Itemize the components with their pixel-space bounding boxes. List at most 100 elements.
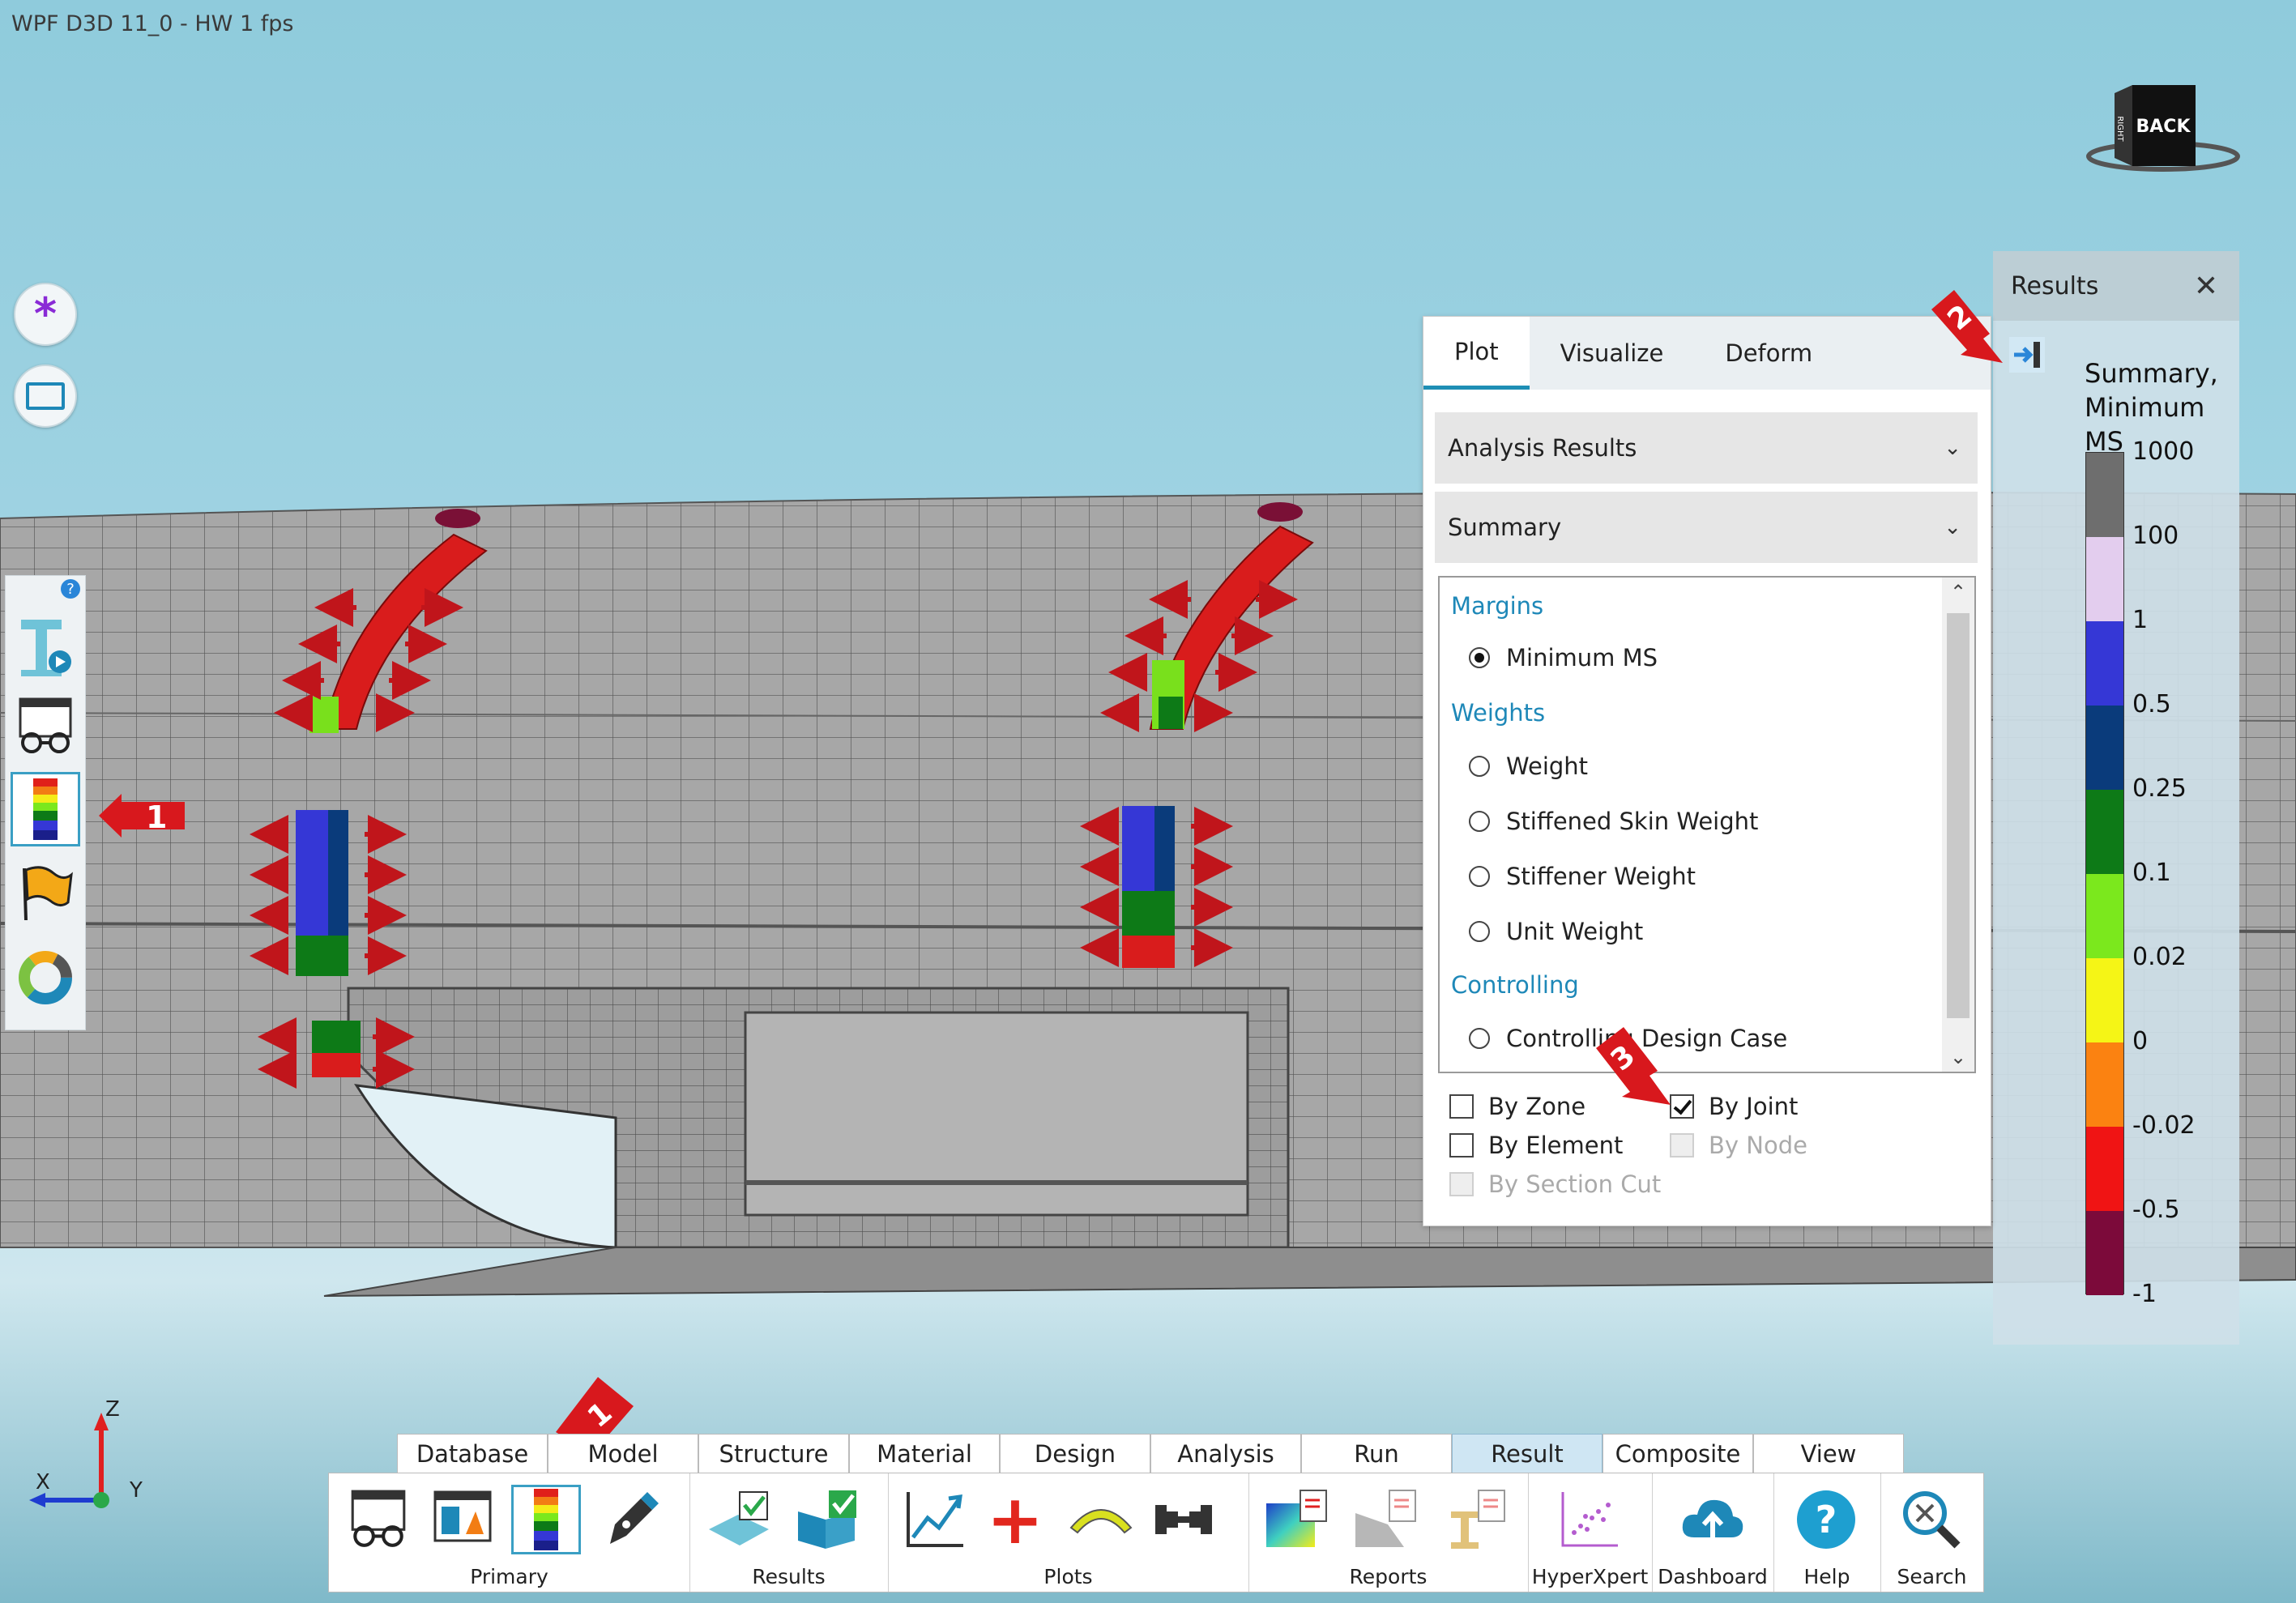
option-minimum-ms[interactable]: Minimum MS — [1469, 644, 1658, 671]
ribbon-group-results: Results — [689, 1473, 889, 1592]
help-button[interactable]: ? — [1791, 1485, 1861, 1554]
ribbon-group-label: Dashboard — [1658, 1565, 1768, 1588]
curvature-plot-button[interactable] — [1066, 1485, 1136, 1554]
fastener-plot-button[interactable] — [1149, 1485, 1218, 1554]
results-book-button[interactable] — [793, 1485, 863, 1554]
legend-label: 0.5 — [2132, 690, 2171, 718]
flag-icon — [23, 866, 73, 921]
result-type-list[interactable]: Margins Minimum MS Weights Weight Stiffe… — [1438, 576, 1976, 1073]
beam-report-button[interactable] — [1440, 1485, 1509, 1554]
ribbon-group-help: ? Help — [1773, 1473, 1881, 1592]
axis-z-label: Z — [105, 1397, 120, 1422]
tab-result[interactable]: Result — [1452, 1434, 1603, 1474]
by-node-checkbox: By Node — [1670, 1132, 1807, 1159]
option-label: Stiffened Skin Weight — [1506, 808, 1759, 835]
ribbon-group-reports: Reports — [1248, 1473, 1529, 1592]
tab-composite[interactable]: Composite — [1603, 1434, 1753, 1474]
split-view-button[interactable] — [428, 1485, 497, 1554]
radio-selected-icon — [1469, 647, 1490, 668]
radio-icon — [1469, 811, 1490, 832]
tab-run[interactable]: Run — [1301, 1434, 1452, 1474]
rectangle-select-button[interactable] — [14, 365, 77, 428]
legend-segment — [2086, 537, 2123, 621]
dashboard-button[interactable] — [1678, 1485, 1748, 1554]
ribbon-group-plots: + Plots — [888, 1473, 1249, 1592]
scroll-thumb[interactable] — [1947, 613, 1970, 1018]
option-unit-weight[interactable]: Unit Weight — [1469, 918, 1643, 945]
plus-icon: + — [986, 1480, 1044, 1559]
contour-legend-button[interactable] — [511, 1485, 581, 1554]
analysis-results-dropdown[interactable]: Analysis Results ⌄ — [1435, 412, 1978, 484]
legend-title-line1: Summary, — [2085, 358, 2218, 389]
group-weights: Weights — [1451, 699, 1546, 727]
tab-database[interactable]: Database — [397, 1434, 548, 1474]
donut-chart-button[interactable] — [11, 940, 80, 1015]
scroll-down-icon[interactable]: ⌄ — [1942, 1046, 1974, 1068]
joint-cluster-lower-left — [312, 1021, 361, 1077]
svg-text:?: ? — [1816, 1498, 1837, 1541]
checkbox-icon — [1449, 1172, 1474, 1196]
bolt-joint-tool-button[interactable] — [11, 608, 80, 683]
close-icon[interactable]: ✕ — [2194, 270, 2218, 303]
option-weight[interactable]: Weight — [1469, 752, 1588, 780]
legend-segment — [2086, 874, 2123, 958]
results-panel-header: Results ✕ — [1993, 251, 2239, 321]
contour-report-button[interactable] — [1261, 1485, 1331, 1554]
callout-3-by-joint: 3 — [1590, 1027, 1671, 1108]
bolt-joint-tool-icon — [21, 620, 71, 676]
legend-color-bar — [2085, 452, 2124, 1295]
tab-analysis[interactable]: Analysis — [1150, 1434, 1301, 1474]
section-report-button[interactable] — [1351, 1485, 1420, 1554]
tab-design[interactable]: Design — [1000, 1434, 1150, 1474]
list-scrollbar[interactable]: ⌃ ⌄ — [1942, 578, 1974, 1072]
results-check-button[interactable] — [704, 1485, 774, 1554]
by-section-cut-checkbox: By Section Cut — [1449, 1170, 1661, 1198]
by-element-checkbox[interactable]: By Element — [1449, 1132, 1623, 1159]
by-zone-checkbox[interactable]: By Zone — [1449, 1093, 1585, 1120]
legend-label: -1 — [2132, 1280, 2157, 1308]
results-book-icon — [798, 1490, 856, 1549]
tab-model[interactable]: Model — [548, 1434, 698, 1474]
pin-legend-button[interactable] — [2009, 337, 2045, 373]
contour-legend-button[interactable] — [11, 772, 80, 846]
glasses-view-button[interactable] — [344, 1485, 413, 1554]
checkbox-label: By Element — [1488, 1132, 1624, 1159]
xy-plot-button[interactable] — [899, 1485, 969, 1554]
option-label: Weight — [1506, 752, 1589, 780]
cube-back-label: BACK — [2136, 117, 2191, 137]
add-plot-button[interactable]: + — [980, 1485, 1050, 1554]
legend-segment — [2086, 453, 2123, 537]
callout-number: 1 — [146, 799, 167, 835]
group-controlling: Controlling — [1451, 971, 1579, 999]
hyperxpert-button[interactable] — [1554, 1485, 1624, 1554]
tab-structure[interactable]: Structure — [698, 1434, 849, 1474]
legend-label: -0.02 — [2132, 1111, 2196, 1140]
tab-view[interactable]: View — [1753, 1434, 1904, 1474]
chevron-down-icon: ⌄ — [1944, 515, 1961, 539]
search-button[interactable] — [1897, 1485, 1966, 1554]
scroll-up-icon[interactable]: ⌃ — [1942, 581, 1974, 603]
help-badge[interactable]: ? — [61, 579, 80, 599]
tab-deform[interactable]: Deform — [1694, 317, 1843, 390]
tab-material[interactable]: Material — [849, 1434, 1000, 1474]
tab-visualize[interactable]: Visualize — [1530, 317, 1695, 390]
asterisk-button[interactable]: * — [14, 283, 77, 346]
fastener-icon — [1155, 1505, 1212, 1534]
annotate-pen-button[interactable] — [596, 1485, 666, 1554]
summary-dropdown[interactable]: Summary ⌄ — [1435, 492, 1978, 563]
joint-cluster-mid-right — [1122, 806, 1175, 968]
ribbon-group-label: Reports — [1349, 1565, 1428, 1588]
radio-icon — [1469, 866, 1490, 887]
checkbox-label: By Section Cut — [1488, 1170, 1662, 1198]
option-stiffened-skin-weight[interactable]: Stiffened Skin Weight — [1469, 808, 1758, 835]
glasses-view-button[interactable] — [11, 689, 80, 764]
tab-plot[interactable]: Plot — [1423, 317, 1530, 390]
flag-button[interactable] — [11, 855, 80, 930]
by-joint-checkbox[interactable]: By Joint — [1670, 1093, 1798, 1120]
radio-icon — [1469, 1028, 1490, 1049]
option-stiffener-weight[interactable]: Stiffener Weight — [1469, 863, 1696, 890]
legend-segment — [2086, 706, 2123, 790]
ribbon-group-search: Search — [1880, 1473, 1983, 1592]
legend-segment — [2086, 958, 2123, 1042]
navigation-cube[interactable]: BACK RIGHT — [2082, 77, 2244, 190]
